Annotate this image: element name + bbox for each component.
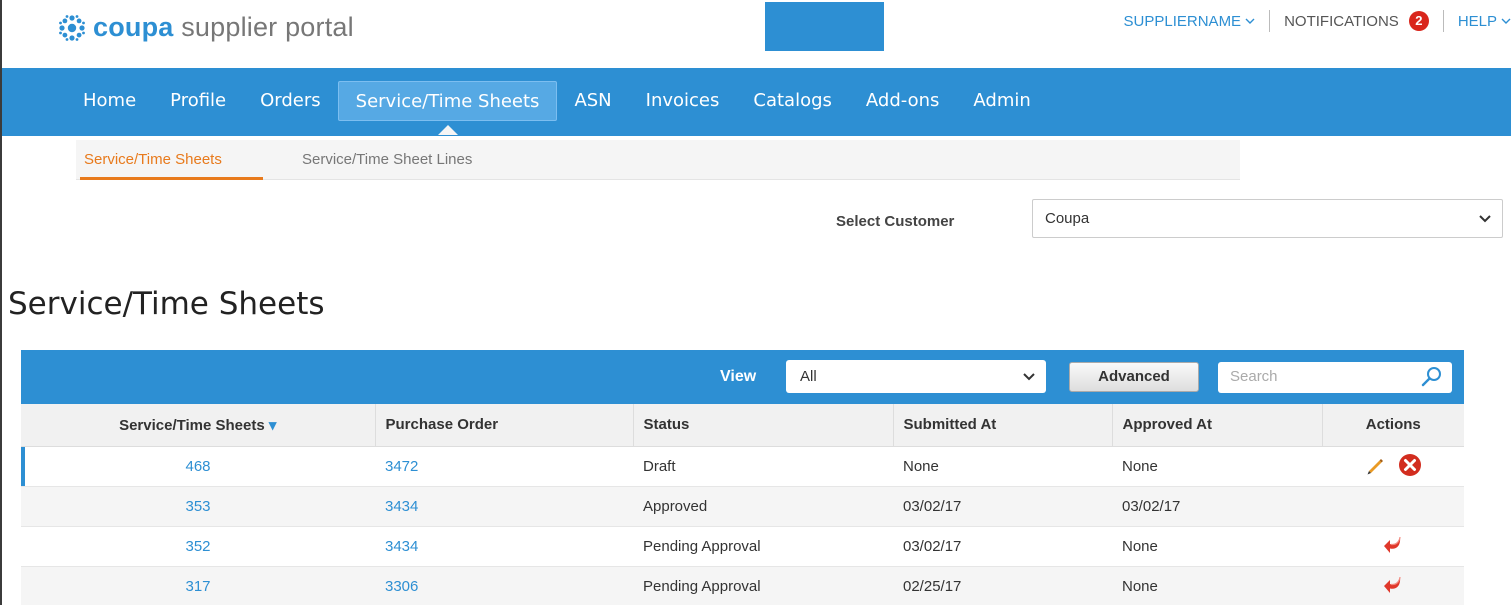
- customer-select-value: Coupa: [1045, 210, 1090, 227]
- tab-profile[interactable]: Profile: [153, 81, 243, 121]
- notifications-label: NOTIFICATIONS: [1284, 12, 1399, 30]
- tab-invoices[interactable]: Invoices: [629, 81, 737, 121]
- table-row: 317 3306 Pending Approval 02/25/17 None: [21, 566, 1464, 605]
- divider: [1269, 10, 1271, 32]
- user-name: SUPPLIERNAME: [1123, 12, 1242, 30]
- chevron-down-icon: [1023, 373, 1035, 381]
- coupa-snowflake-icon: [59, 14, 85, 41]
- approved-at-cell: None: [1112, 566, 1322, 605]
- column-header-status[interactable]: Status: [633, 404, 894, 447]
- page-title: Service/Time Sheets: [8, 286, 325, 322]
- submitted-at-cell: 02/25/17: [893, 566, 1112, 605]
- sort-desc-icon: ▾: [268, 416, 277, 434]
- tab-asn[interactable]: ASN: [557, 81, 628, 121]
- sheet-id-link[interactable]: 317: [185, 578, 210, 595]
- user-menu[interactable]: SUPPLIERNAME: [1124, 13, 1256, 30]
- coupa-logo[interactable]: coupa supplier portal: [57, 12, 354, 43]
- approved-at-cell: 03/02/17: [1112, 486, 1322, 527]
- approved-at-cell: None: [1112, 526, 1322, 567]
- purchase-order-link[interactable]: 3472: [385, 458, 418, 475]
- column-header-approved-at[interactable]: Approved At: [1112, 404, 1323, 447]
- subtab-service-time-sheets[interactable]: Service/Time Sheets: [84, 151, 222, 168]
- active-subtab-underline: [80, 177, 263, 180]
- advanced-search-button[interactable]: Advanced: [1069, 362, 1199, 392]
- header-blue-block: [765, 2, 884, 51]
- tab-service-time-sheets[interactable]: Service/Time Sheets: [337, 81, 558, 135]
- customer-select[interactable]: Coupa: [1032, 199, 1503, 238]
- search-box[interactable]: [1218, 362, 1452, 393]
- tab-orders[interactable]: Orders: [243, 81, 338, 121]
- notifications-count-badge: 2: [1408, 11, 1429, 31]
- tab-add-ons[interactable]: Add-ons: [849, 81, 956, 121]
- table-toolbar: View All Advanced: [21, 350, 1464, 404]
- table-row: 352 3434 Pending Approval 03/02/17 None: [21, 526, 1464, 567]
- top-header: coupa supplier portal SUPPLIERNAME NOTIF…: [2, 0, 1511, 68]
- logo-text: coupa supplier portal: [93, 12, 354, 42]
- table-row: 468 3472 Draft None None: [21, 446, 1464, 487]
- view-select-value: All: [800, 368, 817, 385]
- edit-icon[interactable]: [1364, 454, 1386, 476]
- table-row: 353 3434 Approved 03/02/17 03/02/17: [21, 486, 1464, 527]
- submitted-at-cell: None: [893, 446, 1112, 487]
- search-icon[interactable]: [1420, 365, 1444, 389]
- chevron-down-icon: [1479, 215, 1491, 223]
- purchase-order-link[interactable]: 3434: [385, 498, 418, 515]
- subtab-service-time-sheet-lines[interactable]: Service/Time Sheet Lines: [302, 151, 472, 168]
- help-menu[interactable]: HELP: [1458, 13, 1511, 30]
- sheet-id-link[interactable]: 352: [185, 538, 210, 555]
- main-nav: Home Profile Orders Service/Time Sheets …: [2, 68, 1511, 136]
- select-customer-label: Select Customer: [836, 213, 955, 230]
- service-time-sheets-table: Service/Time Sheets ▾ Purchase Order Sta…: [21, 404, 1464, 605]
- withdraw-icon[interactable]: [1382, 533, 1404, 555]
- actions-cell-empty: [1322, 486, 1464, 527]
- chevron-down-icon: [1501, 18, 1511, 24]
- tab-home[interactable]: Home: [66, 81, 153, 121]
- purchase-order-link[interactable]: 3434: [385, 538, 418, 555]
- column-header-service-time-sheets[interactable]: Service/Time Sheets ▾: [21, 404, 376, 447]
- view-select[interactable]: All: [786, 360, 1046, 393]
- approved-at-cell: None: [1112, 446, 1322, 487]
- status-cell: Draft: [633, 446, 893, 487]
- status-cell: Approved: [633, 486, 893, 527]
- delete-icon[interactable]: [1398, 453, 1422, 477]
- sub-nav: Service/Time Sheets Service/Time Sheet L…: [76, 140, 1240, 180]
- submitted-at-cell: 03/02/17: [893, 526, 1112, 567]
- search-input[interactable]: [1230, 368, 1410, 385]
- chevron-down-icon: [1245, 18, 1255, 24]
- status-cell: Pending Approval: [633, 566, 893, 605]
- column-header-purchase-order[interactable]: Purchase Order: [375, 404, 634, 447]
- help-label: HELP: [1457, 12, 1497, 30]
- submitted-at-cell: 03/02/17: [893, 486, 1112, 527]
- column-header-submitted-at[interactable]: Submitted At: [893, 404, 1113, 447]
- sheet-id-link[interactable]: 468: [185, 458, 210, 475]
- sheet-id-link[interactable]: 353: [185, 498, 210, 515]
- tab-admin[interactable]: Admin: [956, 81, 1047, 121]
- status-cell: Pending Approval: [633, 526, 893, 567]
- purchase-order-link[interactable]: 3306: [385, 578, 418, 595]
- notifications-link[interactable]: NOTIFICATIONS 2: [1284, 11, 1429, 31]
- withdraw-icon[interactable]: [1382, 573, 1404, 595]
- column-header-actions: Actions: [1322, 404, 1464, 447]
- top-nav: SUPPLIERNAME NOTIFICATIONS 2 HELP: [1124, 10, 1511, 32]
- table-header-row: Service/Time Sheets ▾ Purchase Order Sta…: [21, 404, 1464, 447]
- tab-catalogs[interactable]: Catalogs: [736, 81, 849, 121]
- divider: [1442, 10, 1444, 32]
- view-label: View: [720, 368, 757, 385]
